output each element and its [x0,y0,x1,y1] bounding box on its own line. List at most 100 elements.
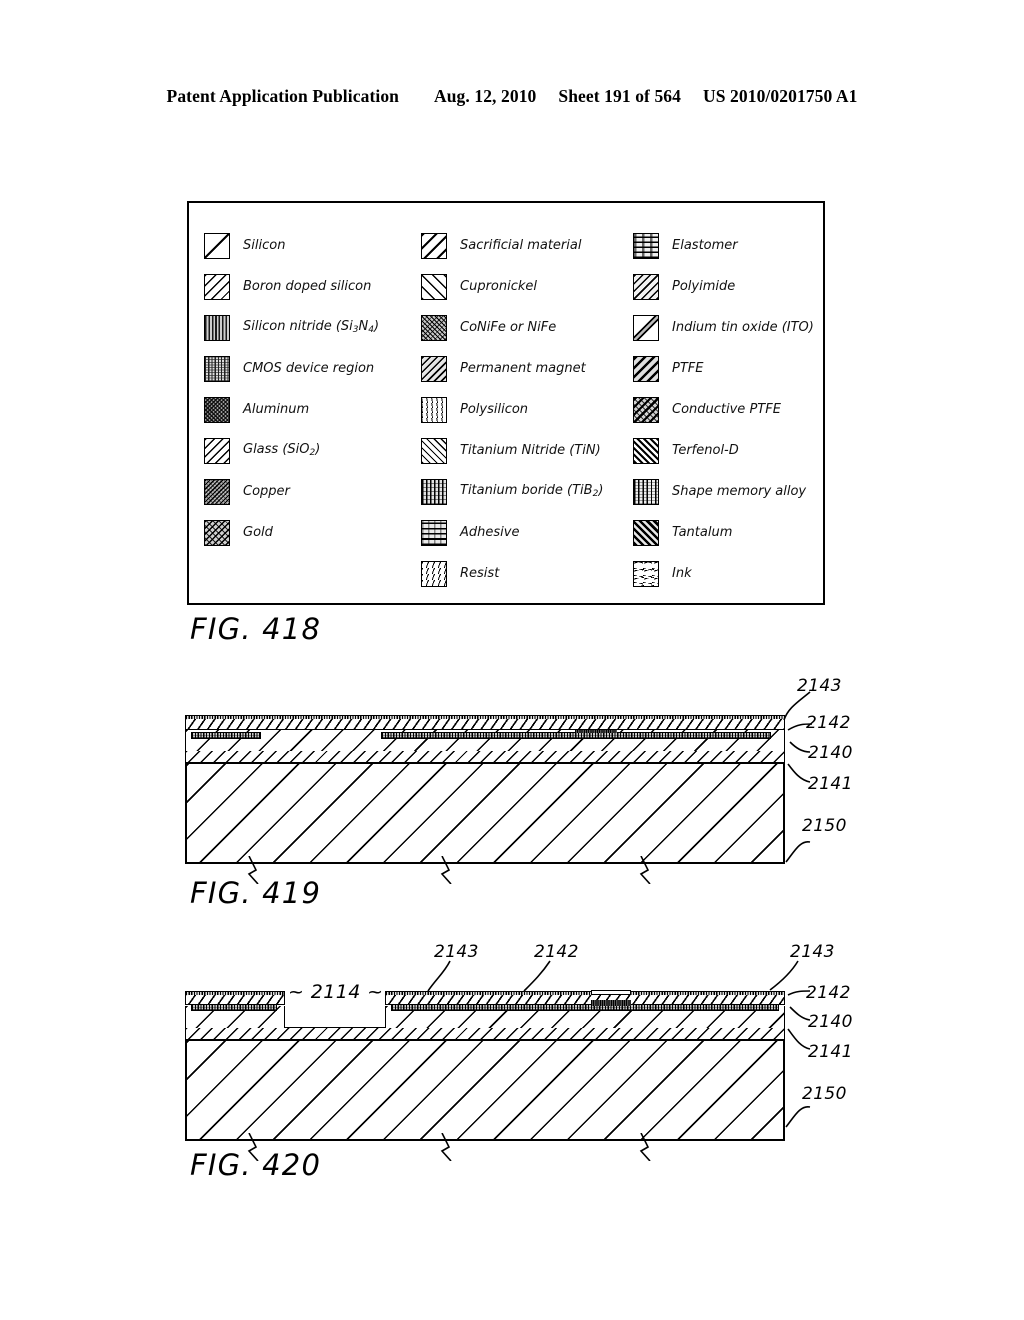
break-mark-right [639,856,651,884]
legend-swatch-fine-crosshatch [204,478,230,505]
legend-item: Elastomer [633,225,823,266]
legend-column-3: Elastomer Polyimide Indium tin oxide (ITO)… [633,225,823,594]
header-sheet: Sheet 191 of 564 [558,86,682,106]
legend-item: Adhesive [421,512,631,553]
layer-2150-substrate [185,762,785,864]
legend-swatch-short-dash-diagonal [421,396,447,423]
legend-box: Silicon Boron doped silicon Silicon nitrid… [187,201,825,605]
legend-item: PTFE [633,348,823,389]
legend-swatch-horizontal-bands [421,519,447,546]
legend-label: Copper [243,484,290,499]
layer-2140-left-segment-420 [191,1004,277,1011]
legend-item: CMOS device region [204,348,419,389]
legend-column-2: Sacrificial material Cupronickel CoNiFe or… [421,225,631,594]
break-mark-right-420 [639,1133,651,1161]
layer-2143 [185,715,785,719]
layer-2140-right-segment [381,732,771,739]
layer-2141-420 [185,1027,785,1040]
legend-item: Cupronickel [421,266,631,307]
legend-label: Elastomer [672,238,738,253]
legend-swatch-single-diagonal-line [204,232,230,259]
legend-item: Silicon [204,225,419,266]
legend-label: Terfenol-D [672,443,739,458]
legend-label: Permanent magnet [460,361,586,376]
legend-swatch-fine-reverse-crosshatch [421,314,447,341]
legend-swatch-bold-diagonal-crosshatch [633,396,659,423]
legend-item: Copper [204,471,419,512]
leader-lines-figure-419 [783,691,813,863]
legend-swatch-medium-diagonal-hatch [421,355,447,382]
header-patent-number: US 2010/0201750 A1 [702,86,858,106]
legend-swatch-mixed-vertical-speckle [204,355,230,382]
ref-2140-figure-419: 2140 [808,743,853,763]
legend-label: PTFE [672,361,704,376]
legend-item: Resist [421,553,631,594]
legend-label: Adhesive [460,525,520,540]
legend-label: Glass (SiO2) [243,442,321,458]
legend-swatch-diagonal-hatch-light [633,273,659,300]
legend-label: Titanium boride (TiB2) [460,483,604,499]
ref-2150-figure-419: 2150 [802,816,847,836]
legend-swatch-diagonal-crosshatch [204,519,230,546]
page-header: Patent Application Publication Aug. 12, … [0,86,1024,107]
legend-label: Shape memory alloy [672,484,807,499]
layer-2143-left [185,991,285,995]
figure-419-drawing [185,715,785,884]
layer-2150-substrate-420 [185,1039,785,1141]
ref-2142-right-figure-420: 2142 [806,983,851,1003]
legend-swatch-wave-dashes [633,560,659,587]
legend-label: Polyimide [672,279,736,294]
legend-label: Silicon nitride (Si3N4) [243,319,380,335]
figure-420-drawing [185,986,785,1161]
legend-item: Aluminum [204,389,419,430]
legend-swatch-single-thick-diagonal-band [633,314,659,341]
legend-item: Ink [633,553,823,594]
break-mark-center [440,856,452,884]
legend-label: CoNiFe or NiFe [460,320,557,335]
ref-2141-figure-419: 2141 [808,774,853,794]
break-mark-center-420 [440,1133,452,1161]
layer-2141 [185,750,785,763]
legend-item: Conductive PTFE [633,389,823,430]
ref-2142-top-figure-420: 2142 [534,942,579,962]
legend-swatch-crosshatch-dark [204,396,230,423]
legend-item: Glass (SiO2) [204,430,419,471]
legend-item: Titanium Nitride (TiN) [421,430,631,471]
legend-label: Aluminum [243,402,310,417]
legend-swatch-vertical-dotted-stripes [421,478,447,505]
legend-item: Tantalum [633,512,823,553]
legend-swatch-reverse-fine-hatch [421,437,447,464]
figure-420-caption: FIG. 420 [190,1148,322,1182]
legend-item: Permanent magnet [421,348,631,389]
legend-swatch-thick-diagonal-hatch [421,232,447,259]
header-date: Aug. 12, 2010 [433,86,537,106]
legend-swatch-horizontal-text-bands [633,232,659,259]
legend-swatch-wide-diagonal-hatch [204,437,230,464]
legend-item: Polyimide [633,266,823,307]
ref-2141-right-figure-420: 2141 [808,1042,853,1062]
legend-label: Silicon [243,238,286,253]
legend-column-1: Silicon Boron doped silicon Silicon nitrid… [204,225,419,553]
legend-label: Tantalum [672,525,733,540]
ref-2140-right-figure-420: 2140 [808,1012,853,1032]
legend-label: CMOS device region [243,361,375,376]
legend-item: Boron doped silicon [204,266,419,307]
legend-swatch-bold-reverse-hatch [633,519,659,546]
legend-item: Gold [204,512,419,553]
legend-label: Cupronickel [460,279,538,294]
legend-item: Sacrificial material [421,225,631,266]
legend-label: Resist [460,566,500,581]
legend-item: Indium tin oxide (ITO) [633,307,823,348]
legend-swatch-bold-diagonal-hatch [633,355,659,382]
legend-label: Conductive PTFE [672,402,781,417]
legend-label: Ink [672,566,692,581]
legend-item: CoNiFe or NiFe [421,307,631,348]
figure-418-caption: FIG. 418 [190,612,322,646]
legend-item: Titanium boride (TiB2) [421,471,631,512]
legend-swatch-vertical-stripes [204,314,230,341]
figure-419-caption: FIG. 419 [190,876,322,910]
legend-swatch-sparse-dash-diagonal [421,560,447,587]
ref-2150-right-figure-420: 2150 [802,1084,847,1104]
legend-label: Sacrificial material [460,238,582,253]
legend-item: Polysilicon [421,389,631,430]
